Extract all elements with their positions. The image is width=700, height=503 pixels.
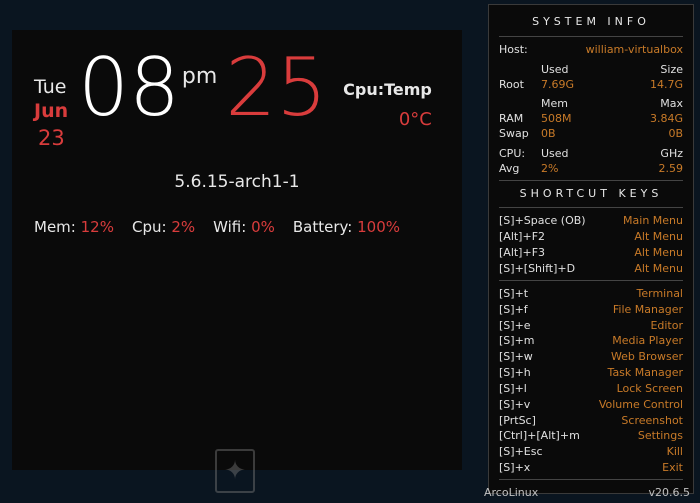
shortcut-row: [Ctrl]+[Alt]+m Settings: [499, 429, 683, 444]
shortcut-action: Alt Menu: [634, 230, 683, 245]
distro-version: v20.6.5: [649, 486, 691, 499]
shortcut-key: [S]+e: [499, 319, 531, 334]
shortcut-key: [PrtSc]: [499, 414, 536, 429]
clock-minute: 25: [225, 50, 327, 126]
distro-name: ArcoLinux: [484, 486, 538, 499]
shortcut-key: [S]+t: [499, 287, 528, 302]
shortcut-action: Settings: [638, 429, 683, 444]
shortcut-key: [Ctrl]+[Alt]+m: [499, 429, 580, 444]
shortcut-action: Task Manager: [608, 366, 683, 381]
divider: [499, 180, 683, 181]
ram-header: MemMax: [499, 97, 683, 112]
shortcut-key: [S]+Space (OB): [499, 214, 586, 229]
month: Jun: [34, 100, 68, 122]
ram-row: RAM508M3.84G: [499, 112, 683, 127]
shortcut-key: [S]+Esc: [499, 445, 543, 460]
shortcut-row: [S]+x Exit: [499, 461, 683, 476]
root-header: UsedSize: [499, 63, 683, 78]
shortcut-row: [S]+t Terminal: [499, 287, 683, 302]
root-row: Root7.69G14.7G: [499, 78, 683, 93]
watermark-icon: ✦: [215, 449, 255, 493]
cpu-temp-block: Cpu:Temp 0°C: [343, 80, 432, 130]
host-row: Host: william-virtualbox: [499, 43, 683, 58]
date-column: Tue Jun 23: [34, 76, 68, 150]
shortcut-row: [S]+e Editor: [499, 319, 683, 334]
shortcut-action: Alt Menu: [634, 262, 683, 277]
cpu-temp-value: 0°C: [343, 109, 432, 130]
shortcut-action: Media Player: [612, 334, 683, 349]
shortcut-key: [S]+h: [499, 366, 531, 381]
conky-main-widget: Tue Jun 23 08 pm 25 Cpu:Temp 0°C 5.6.15-…: [12, 30, 462, 470]
shortcut-action: Terminal: [637, 287, 684, 302]
cpu-header: CPU:UsedGHz: [499, 147, 683, 162]
shortcuts-title: SHORTCUT KEYS: [499, 187, 683, 202]
shortcut-row: [S]+v Volume Control: [499, 398, 683, 413]
kernel-version: 5.6.15-arch1-1: [34, 172, 440, 192]
shortcut-key: [S]+m: [499, 334, 535, 349]
stat-mem: Mem: 12%: [34, 218, 114, 236]
shortcut-key: [S]+v: [499, 398, 530, 413]
host-value: william-virtualbox: [586, 43, 683, 58]
shortcut-row: [S]+f File Manager: [499, 303, 683, 318]
clock-row: Tue Jun 23 08 pm 25 Cpu:Temp 0°C: [34, 50, 440, 150]
shortcut-action: Web Browser: [611, 350, 683, 365]
shortcut-row: [S]+w Web Browser: [499, 350, 683, 365]
side-panel: SYSTEM INFO Host: william-virtualbox Use…: [488, 4, 694, 494]
divider: [499, 207, 683, 208]
shortcut-key: [S]+l: [499, 382, 527, 397]
shortcut-action: Main Menu: [623, 214, 683, 229]
weekday: Tue: [34, 76, 66, 98]
cpu-row: Avg2%2.59: [499, 162, 683, 177]
shortcut-key: [Alt]+F2: [499, 230, 545, 245]
sysinfo-title: SYSTEM INFO: [499, 15, 683, 30]
stat-cpu: Cpu: 2%: [132, 218, 195, 236]
shortcut-group-1: [S]+Space (OB)Main Menu[Alt]+F2Alt Menu[…: [499, 214, 683, 276]
shortcut-action: File Manager: [613, 303, 683, 318]
swap-row: Swap0B0B: [499, 127, 683, 142]
footer: ArcoLinux v20.6.5: [484, 486, 690, 499]
day-of-month: 23: [38, 126, 65, 150]
shortcut-row: [PrtSc] Screenshot: [499, 414, 683, 429]
shortcut-action: Kill: [667, 445, 683, 460]
shortcut-row: [S]+Space (OB) Main Menu: [499, 214, 683, 229]
shortcut-action: Alt Menu: [634, 246, 683, 261]
cpu-temp-label: Cpu:Temp: [343, 80, 432, 99]
clock-ampm: pm: [182, 64, 217, 89]
shortcut-key: [S]+[Shift]+D: [499, 262, 575, 277]
host-label: Host:: [499, 43, 528, 58]
clock-hour: 08: [78, 50, 180, 126]
divider: [499, 479, 683, 480]
shortcut-row: [S]+l Lock Screen: [499, 382, 683, 397]
shortcut-key: [S]+f: [499, 303, 528, 318]
shortcut-key: [Alt]+F3: [499, 246, 545, 261]
divider: [499, 280, 683, 281]
shortcut-action: Volume Control: [599, 398, 683, 413]
shortcut-row: [Alt]+F3 Alt Menu: [499, 246, 683, 261]
shortcut-action: Exit: [662, 461, 683, 476]
shortcut-row: [S]+Esc Kill: [499, 445, 683, 460]
shortcut-action: Screenshot: [621, 414, 683, 429]
shortcut-row: [S]+[Shift]+D Alt Menu: [499, 262, 683, 277]
shortcut-row: [S]+h Task Manager: [499, 366, 683, 381]
divider: [499, 36, 683, 37]
shortcut-row: [Alt]+F2 Alt Menu: [499, 230, 683, 245]
shortcut-row: [S]+m Media Player: [499, 334, 683, 349]
shortcut-action: Editor: [650, 319, 683, 334]
shortcut-key: [S]+w: [499, 350, 533, 365]
stats-row: Mem: 12% Cpu: 2% Wifi: 0% Battery: 100%: [34, 218, 440, 236]
stat-wifi: Wifi: 0%: [213, 218, 275, 236]
shortcut-group-2: [S]+t Terminal [S]+f File Manager [S]+e Edito…: [499, 287, 683, 476]
shortcut-action: Lock Screen: [617, 382, 683, 397]
stat-battery: Battery: 100%: [293, 218, 400, 236]
shortcut-key: [S]+x: [499, 461, 530, 476]
